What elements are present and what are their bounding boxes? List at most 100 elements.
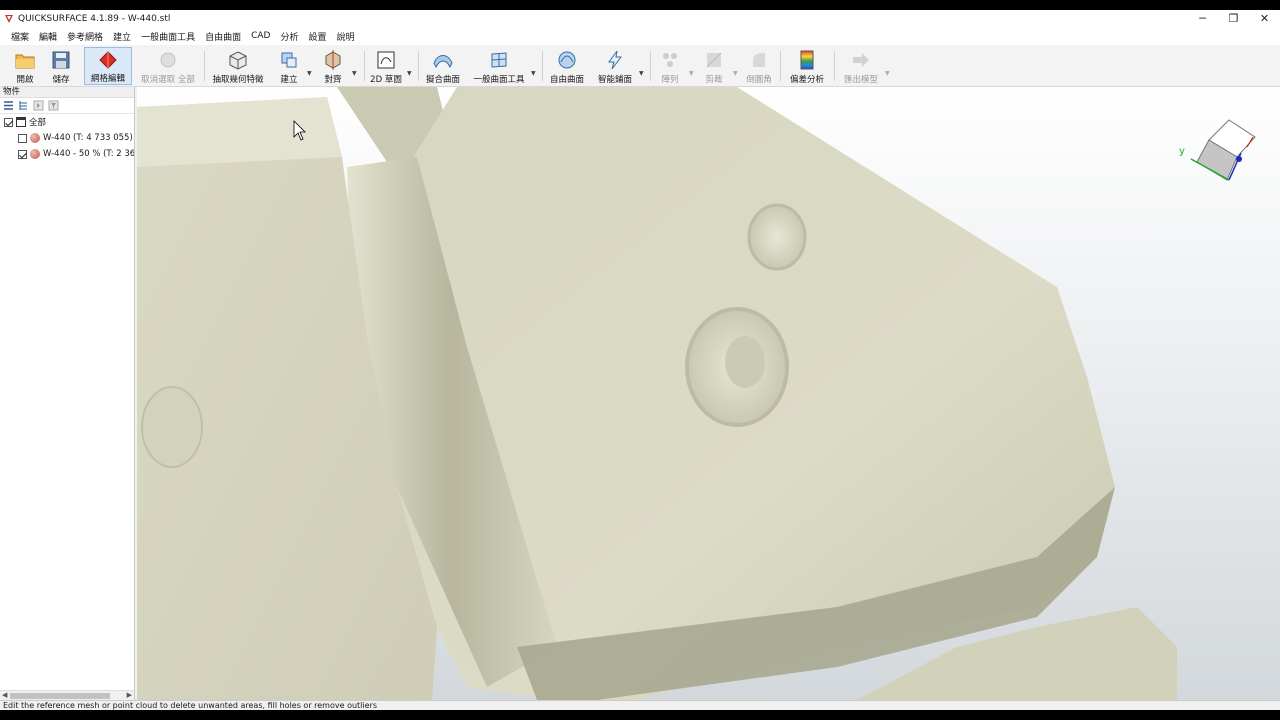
close-button[interactable]: ✕ <box>1249 10 1280 27</box>
restore-button[interactable]: ❐ <box>1218 10 1249 27</box>
toolbar-separator <box>650 51 651 81</box>
quicksurface-window: QUICKSURFACE 4.1.89 - W-440.stl ─ ❐ ✕ 檔案… <box>0 10 1280 710</box>
mesh-edit-icon <box>99 51 117 69</box>
minimize-button[interactable]: ─ <box>1187 10 1218 27</box>
extract-features-button[interactable]: 抽取幾何特徵 <box>210 47 266 85</box>
open-button[interactable]: 開啟 <box>10 47 40 85</box>
deviation-analysis-label: 偏差分析 <box>789 75 824 85</box>
freeform-label: 自由曲面 <box>549 75 584 85</box>
tree-root[interactable]: 全部 <box>0 114 134 130</box>
main-toolbar: 開啟 儲存 網格編輯 取消選取 全部 抽取幾何特徵 建立 ▼ 對齊 ▼ 2D 草… <box>0 45 1280 87</box>
menu-create[interactable]: 建立 <box>108 30 136 43</box>
deviation-analysis-button[interactable]: 偏差分析 <box>786 47 828 85</box>
menu-help[interactable]: 說明 <box>332 30 360 43</box>
pattern-button[interactable]: 陣列 <box>656 47 684 85</box>
menu-edit[interactable]: 編輯 <box>34 30 62 43</box>
lightning-icon <box>608 50 622 70</box>
menu-general-surface-tools[interactable]: 一般曲面工具 <box>136 30 200 43</box>
scroll-right-icon[interactable]: ▶ <box>127 691 132 699</box>
scroll-left-icon[interactable]: ◀ <box>2 691 7 699</box>
create-button[interactable]: 建立 <box>276 47 302 85</box>
pattern-label: 陣列 <box>661 75 679 85</box>
freeform-button[interactable]: 自由曲面 <box>548 47 586 85</box>
scrollbar-thumb[interactable] <box>10 693 110 699</box>
cube-icon <box>229 51 247 70</box>
group-icon <box>16 117 26 127</box>
menu-cad[interactable]: CAD <box>246 31 275 41</box>
tree-item-mesh-50[interactable]: W-440 - 50 % (T: 2 365 2 <box>0 146 134 162</box>
surface-tools-dropdown-icon[interactable]: ▼ <box>531 70 536 77</box>
3d-viewport[interactable]: y <box>137 87 1280 700</box>
tree-item-label: W-440 (T: 4 733 055) <box>43 133 133 143</box>
trim-label: 剪裁 <box>705 75 723 85</box>
menu-analysis[interactable]: 分析 <box>275 30 303 43</box>
axis-gizmo[interactable]: y <box>1179 119 1256 181</box>
export-dropdown-icon[interactable]: ▼ <box>885 70 890 77</box>
sketch-icon <box>377 51 395 69</box>
mesh-icon <box>30 133 40 143</box>
emboss-left <box>141 386 203 468</box>
emboss-inner <box>725 336 765 388</box>
pattern-icon <box>663 53 677 67</box>
sketch-2d-button[interactable]: 2D 草圖 <box>370 47 402 85</box>
expand-icon[interactable] <box>33 100 44 111</box>
open-label: 開啟 <box>16 75 34 85</box>
menu-file[interactable]: 檔案 <box>6 30 34 43</box>
fillet-button[interactable]: 倒圓角 <box>744 47 774 85</box>
fillet-icon <box>753 53 765 67</box>
fit-surface-icon <box>433 55 453 69</box>
mesh-edit-button[interactable]: 網格編輯 <box>84 47 132 85</box>
smart-surface-dropdown-icon[interactable]: ▼ <box>639 70 644 77</box>
menu-settings[interactable]: 設置 <box>303 30 331 43</box>
horizontal-scrollbar[interactable]: ◀ ▶ <box>0 690 134 700</box>
sketch-2d-label: 2D 草圖 <box>370 75 402 85</box>
pattern-dropdown-icon[interactable]: ▼ <box>689 70 694 77</box>
mesh-render: y <box>137 87 1256 700</box>
fit-surface-label: 擬合曲面 <box>425 75 460 85</box>
app-logo-icon <box>5 14 13 23</box>
toolbar-separator <box>364 51 365 81</box>
filter-icon[interactable] <box>48 100 59 111</box>
general-surface-tools-label: 一般曲面工具 <box>473 75 525 85</box>
align-button[interactable]: 對齊 <box>320 47 346 85</box>
mesh-edit-label: 網格編輯 <box>90 74 125 84</box>
fit-surface-button[interactable]: 擬合曲面 <box>424 47 462 85</box>
cancel-select-all-label: 取消選取 全部 <box>141 75 195 85</box>
toolbar-separator <box>204 51 205 81</box>
y-axis-label: y <box>1179 146 1185 157</box>
menu-reference-mesh[interactable]: 參考網格 <box>62 30 108 43</box>
title-bar: QUICKSURFACE 4.1.89 - W-440.stl ─ ❐ ✕ <box>0 10 1280 27</box>
trim-icon <box>706 52 722 68</box>
list-view-icon[interactable] <box>3 100 14 111</box>
create-dropdown-icon[interactable]: ▼ <box>307 70 312 77</box>
smart-surface-label: 智能鋪面 <box>597 75 632 85</box>
root-checkbox[interactable] <box>4 117 13 127</box>
save-button[interactable]: 儲存 <box>46 47 76 85</box>
trim-button[interactable]: 剪裁 <box>700 47 728 85</box>
align-icon <box>325 50 341 70</box>
create-label: 建立 <box>280 75 298 85</box>
menu-freeform[interactable]: 自由曲面 <box>200 30 246 43</box>
floppy-disk-icon <box>52 51 70 69</box>
fillet-label: 倒圓角 <box>746 75 772 85</box>
align-dropdown-icon[interactable]: ▼ <box>352 70 357 77</box>
tree-item-mesh-full[interactable]: W-440 (T: 4 733 055) <box>0 130 134 146</box>
tree-view-icon[interactable] <box>18 100 29 111</box>
smart-surface-button[interactable]: 智能鋪面 <box>596 47 634 85</box>
save-label: 儲存 <box>52 75 70 85</box>
tree-item-label: W-440 - 50 % (T: 2 365 2 <box>43 149 134 159</box>
mesh-full-checkbox[interactable] <box>18 133 27 143</box>
general-surface-tools-button[interactable]: 一般曲面工具 <box>472 47 526 85</box>
cancel-select-all-button[interactable]: 取消選取 全部 <box>138 47 198 85</box>
sketch-dropdown-icon[interactable]: ▼ <box>407 70 412 77</box>
export-model-label: 匯出模型 <box>843 75 878 85</box>
tree-root-label: 全部 <box>29 118 47 128</box>
trim-dropdown-icon[interactable]: ▼ <box>733 70 738 77</box>
objects-panel-header: 物件 <box>0 87 134 98</box>
extract-features-label: 抽取幾何特徵 <box>212 75 264 85</box>
export-model-button[interactable]: 匯出模型 <box>840 47 882 85</box>
mesh-50-checkbox[interactable] <box>18 149 27 159</box>
create-shapes-icon <box>281 52 297 68</box>
objects-panel-toolbar <box>0 98 134 114</box>
export-arrow-icon <box>853 53 869 67</box>
